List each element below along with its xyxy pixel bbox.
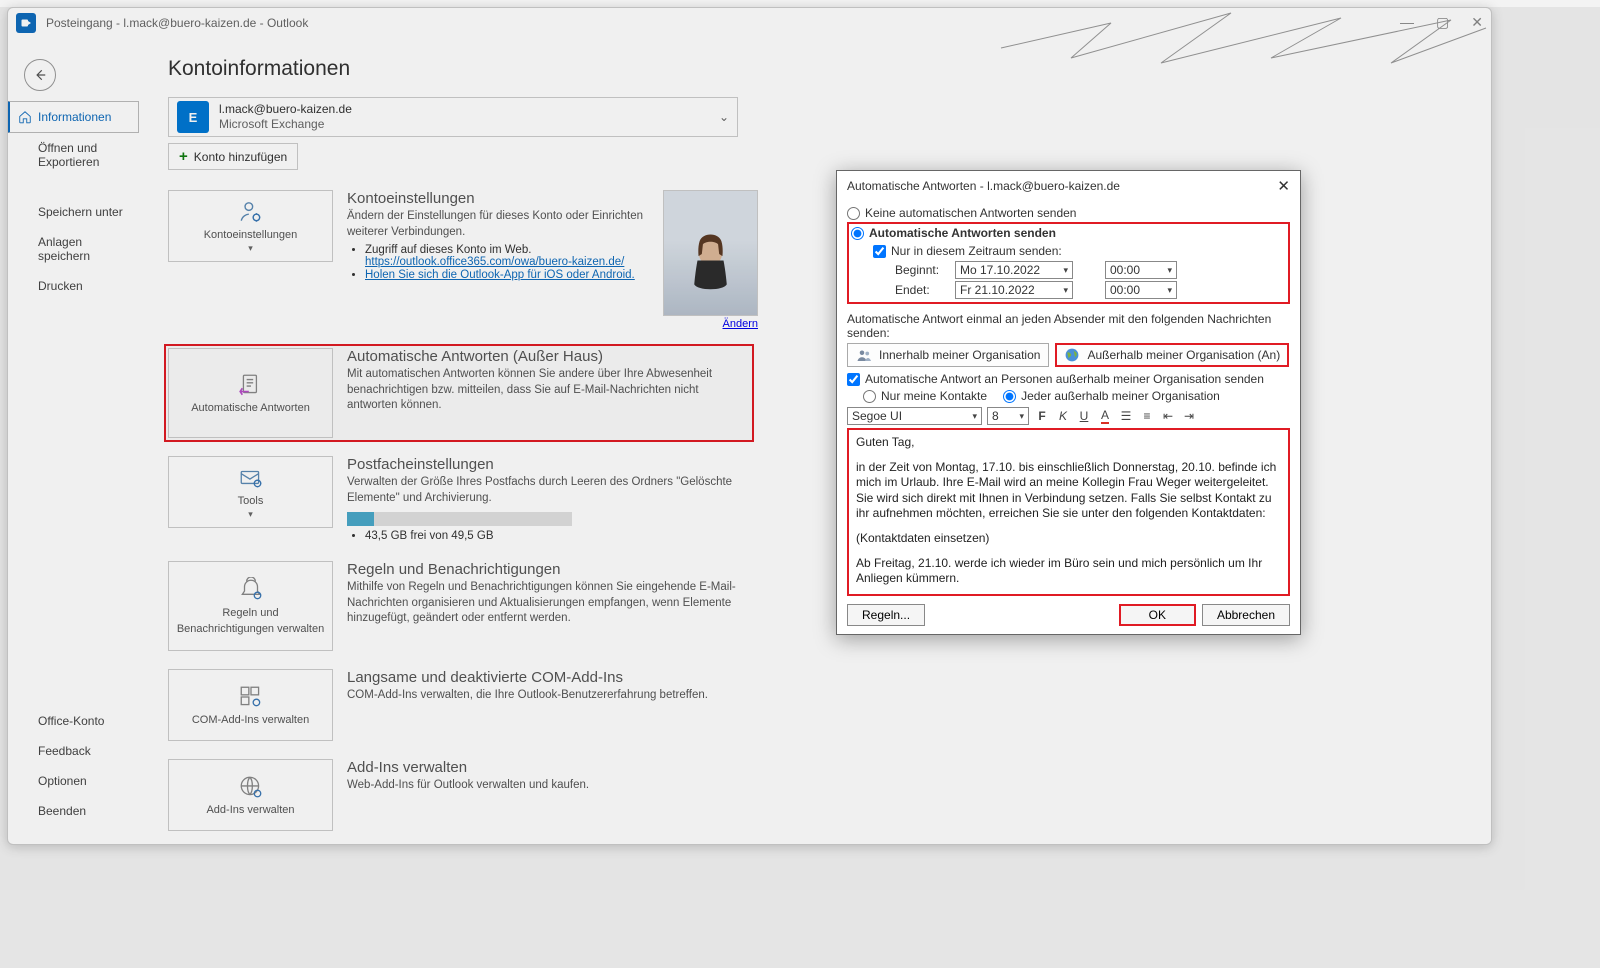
chevron-down-icon: ▾ [248,509,253,520]
title-bar: Posteingang - l.mack@buero-kaizen.de - O… [8,8,1491,37]
exchange-icon: E [177,101,209,133]
automatic-replies-section: Automatische Antworten Automatische Antw… [164,344,754,442]
italic-icon[interactable]: K [1055,408,1071,424]
label-begins: Beginnt: [895,263,949,277]
person-gear-icon [238,199,264,225]
reply-caption: Automatische Antwort einmal an jeden Abs… [847,312,1290,340]
chevron-down-icon: ▾ [972,411,977,422]
format-toolbar: Segoe UI▾ 8▾ F K U A ☰ ≡ ⇤ ⇥ [847,407,1290,425]
bold-icon[interactable]: F [1034,408,1050,424]
mailbox-tools-icon [238,465,264,491]
indent-icon[interactable]: ⇥ [1181,408,1197,424]
radio-send-auto-replies[interactable]: Automatische Antworten senden [851,225,1286,241]
plus-icon: + [179,148,188,165]
profile-photo [663,190,758,316]
tab-internal[interactable]: Innerhalb meiner Organisation [847,343,1049,367]
globe-gear-icon [238,774,264,800]
nav-attachments-save[interactable]: Anlagen speichern [8,227,138,271]
radio-no-auto-replies[interactable]: Keine automatischen Antworten senden [847,205,1290,221]
change-photo-link[interactable]: Ändern [723,318,758,330]
chevron-down-icon: ▾ [1167,265,1172,276]
quota-bar [347,512,572,526]
minimize-icon[interactable]: ― [1400,14,1414,31]
font-color-icon[interactable]: A [1097,408,1113,424]
quota-text: 43,5 GB frei von 49,5 GB [365,530,758,542]
checkbox-time-range[interactable]: Nur in diesem Zeitraum senden: [873,243,1286,259]
maximize-icon[interactable]: ▢ [1436,14,1449,31]
font-family-dropdown[interactable]: Segoe UI▾ [847,407,982,425]
tile-account-settings[interactable]: Kontoeinstellungen ▾ [168,190,333,262]
dialog-titlebar: Automatische Antworten - l.mack@buero-ka… [837,171,1300,201]
rules-bell-icon [238,577,264,603]
chevron-down-icon: ⌄ [719,110,729,124]
window-title: Posteingang - l.mack@buero-kaizen.de - O… [46,16,308,30]
label-ends: Endet: [895,283,949,297]
owa-link[interactable]: https://outlook.office365.com/owa/buero-… [365,256,624,268]
nav-quit[interactable]: Beenden [8,796,138,826]
outdent-icon[interactable]: ⇤ [1160,408,1176,424]
tile-com-addins[interactable]: COM-Add-Ins verwalten [168,669,333,741]
cancel-button[interactable]: Abbrechen [1202,604,1290,626]
chevron-down-icon: ▾ [248,243,253,254]
account-type: Microsoft Exchange [219,117,719,132]
rules-button[interactable]: Regeln... [847,604,925,626]
globe-icon [1064,347,1082,363]
account-selector[interactable]: E l.mack@buero-kaizen.de Microsoft Excha… [168,97,738,137]
nav-options[interactable]: Optionen [8,766,138,796]
end-time-dropdown[interactable]: 00:00▾ [1105,281,1177,299]
chevron-down-icon: ▾ [1167,285,1172,296]
nav-feedback[interactable]: Feedback [8,736,138,766]
section-heading: Langsame und deaktivierte COM-Add-Ins [347,669,708,686]
section-heading: Add-Ins verwalten [347,759,589,776]
chevron-down-icon: ▾ [1019,411,1024,422]
radio-only-contacts[interactable]: Nur meine Kontakte [863,388,987,404]
nav-office-account[interactable]: Office-Konto [8,706,138,736]
chevron-down-icon: ▾ [1063,265,1068,276]
number-list-icon[interactable]: ≡ [1139,408,1155,424]
ok-button[interactable]: OK [1119,604,1196,626]
tile-automatic-replies[interactable]: Automatische Antworten [168,348,333,438]
mobile-app-link[interactable]: Holen Sie sich die Outlook-App für iOS o… [365,269,635,281]
dialog-close-button[interactable]: ✕ [1277,177,1290,195]
end-date-dropdown[interactable]: Fr 21.10.2022▾ [955,281,1073,299]
message-editor[interactable]: Guten Tag, in der Zeit von Montag, 17.10… [847,428,1290,596]
account-email: l.mack@buero-kaizen.de [219,102,719,117]
nav-informationen[interactable]: Informationen [7,101,139,133]
page-title: Kontoinformationen [168,57,1461,81]
add-account-button[interactable]: + Konto hinzufügen [168,143,298,170]
underline-icon[interactable]: U [1076,408,1092,424]
checkbox-send-external[interactable]: Automatische Antwort an Personen außerha… [847,372,1290,386]
section-heading: Kontoeinstellungen [347,190,649,207]
people-icon [856,347,874,363]
close-icon[interactable]: ✕ [1471,14,1483,31]
font-size-dropdown[interactable]: 8▾ [987,407,1029,425]
chevron-down-icon: ▾ [1063,285,1068,296]
window-controls: ― ▢ ✕ [1400,14,1483,31]
back-button[interactable] [24,59,56,91]
nav-print[interactable]: Drucken [8,271,138,301]
bullet-list-icon[interactable]: ☰ [1118,408,1134,424]
tile-rules[interactable]: Regeln und Benachrichtigungen verwalten [168,561,333,651]
tile-addins[interactable]: Add-Ins verwalten [168,759,333,831]
nav-save-as[interactable]: Speichern unter [8,197,138,227]
tile-tools[interactable]: Tools ▾ [168,456,333,528]
backstage-sidebar: Informationen Öffnen und Exportieren Spe… [8,37,138,844]
section-heading: Automatische Antworten (Außer Haus) [347,348,750,365]
outlook-icon [16,13,36,33]
addins-grid-icon [238,684,264,710]
section-heading: Postfacheinstellungen [347,456,758,473]
nav-open-export[interactable]: Öffnen und Exportieren [8,133,138,177]
dialog-title: Automatische Antworten - l.mack@buero-ka… [847,179,1120,193]
auto-reply-icon [238,372,264,398]
tab-external[interactable]: Außerhalb meiner Organisation (An) [1055,343,1289,367]
begin-time-dropdown[interactable]: 00:00▾ [1105,261,1177,279]
begin-date-dropdown[interactable]: Mo 17.10.2022▾ [955,261,1073,279]
radio-everyone-external[interactable]: Jeder außerhalb meiner Organisation [1003,388,1220,404]
automatic-replies-dialog: Automatische Antworten - l.mack@buero-ka… [836,170,1301,635]
section-heading: Regeln und Benachrichtigungen [347,561,758,578]
